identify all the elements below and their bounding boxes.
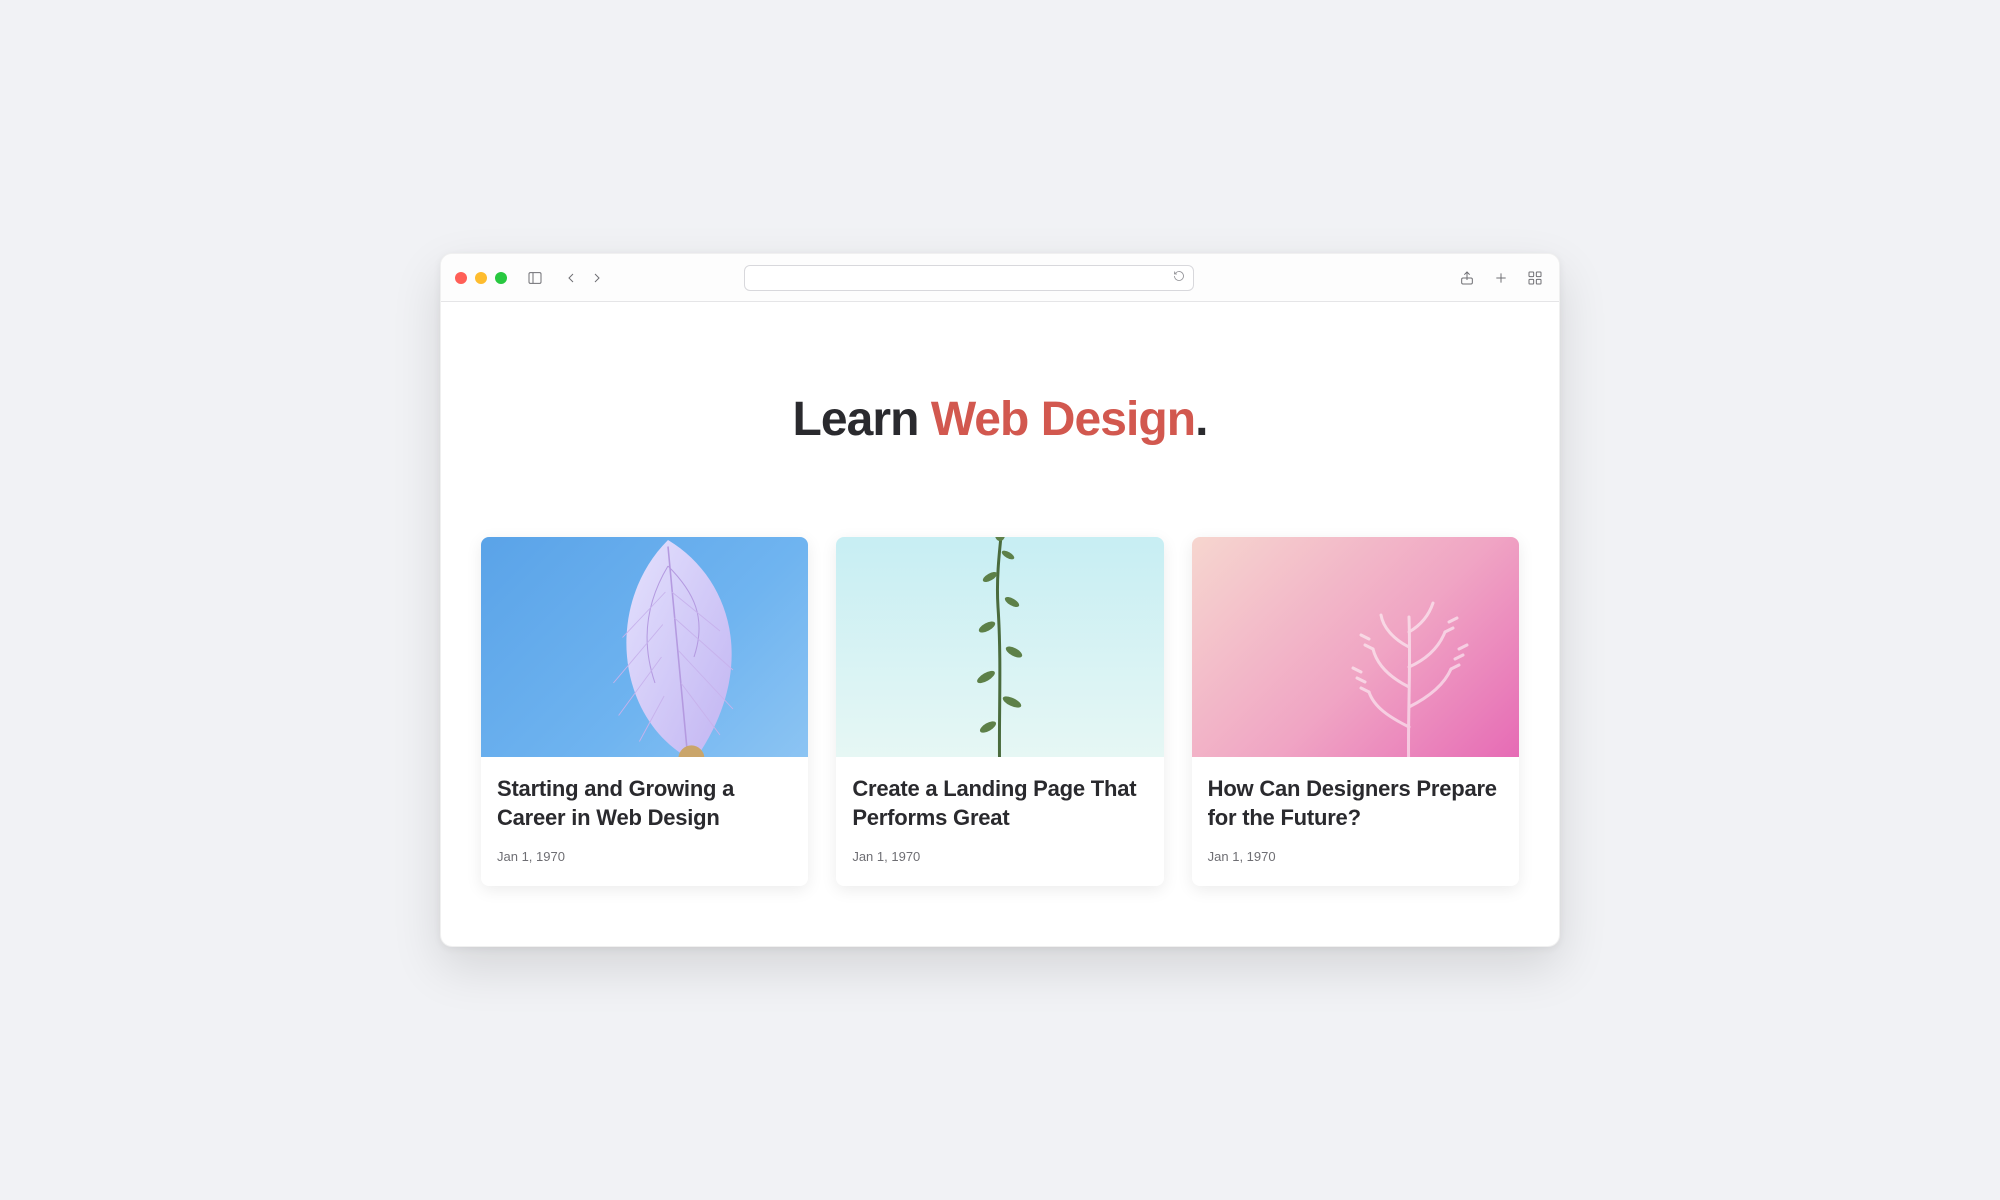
maximize-window-button[interactable] [495,272,507,284]
card-title: How Can Designers Prepare for the Future… [1208,775,1503,832]
close-window-button[interactable] [455,272,467,284]
minimize-window-button[interactable] [475,272,487,284]
card-body: How Can Designers Prepare for the Future… [1192,757,1519,885]
fern-icon [1329,577,1489,757]
back-button[interactable] [561,268,581,288]
card-date: Jan 1, 1970 [852,849,1147,864]
card-title: Starting and Growing a Career in Web Des… [497,775,792,832]
sidebar-toggle-icon[interactable] [525,268,545,288]
plant-icon [940,537,1060,757]
card-image [1192,537,1519,757]
card-title: Create a Landing Page That Performs Grea… [852,775,1147,832]
browser-window: Learn Web Design. [440,253,1560,946]
window-controls [455,272,507,284]
card-image [836,537,1163,757]
card-date: Jan 1, 1970 [1208,849,1503,864]
tab-overview-icon[interactable] [1525,268,1545,288]
title-accent: Web Design [931,393,1195,446]
card-body: Create a Landing Page That Performs Grea… [836,757,1163,885]
article-card[interactable]: How Can Designers Prepare for the Future… [1192,537,1519,885]
card-body: Starting and Growing a Career in Web Des… [481,757,808,885]
article-card[interactable]: Starting and Growing a Career in Web Des… [481,537,808,885]
card-image [481,537,808,757]
toolbar-right [1457,268,1545,288]
card-grid: Starting and Growing a Career in Web Des… [481,537,1519,885]
card-date: Jan 1, 1970 [497,849,792,864]
title-prefix: Learn [793,393,931,446]
title-suffix: . [1195,393,1207,446]
address-bar[interactable] [744,265,1194,291]
article-card[interactable]: Create a Landing Page That Performs Grea… [836,537,1163,885]
page-content: Learn Web Design. [441,302,1559,945]
leaf-icon [538,537,798,757]
forward-button[interactable] [587,268,607,288]
reload-icon[interactable] [1173,269,1185,287]
new-tab-icon[interactable] [1491,268,1511,288]
share-icon[interactable] [1457,268,1477,288]
page-title: Learn Web Design. [481,392,1519,447]
nav-arrows [561,268,607,288]
browser-toolbar [441,254,1559,302]
